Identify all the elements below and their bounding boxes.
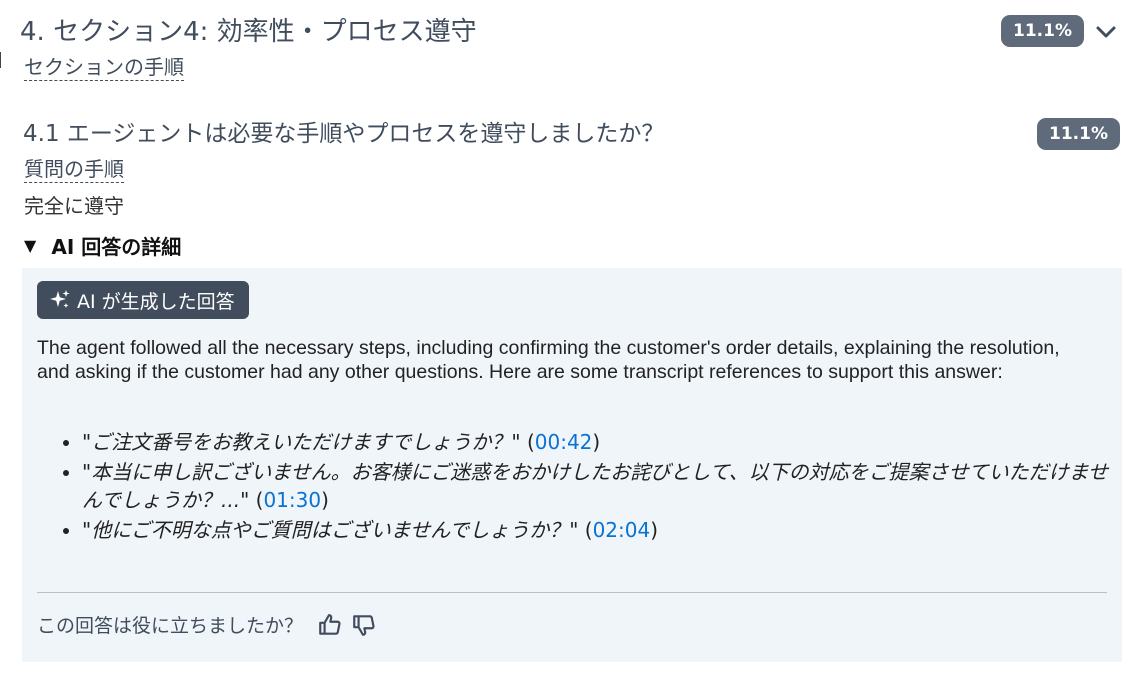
feedback-row: この回答は役に立ちましたか？ xyxy=(37,611,385,638)
reference-quote: 本当に申し訳ございません。お客様にご迷惑をおかけしたお詫びとして、以下の対応をご… xyxy=(82,460,1109,512)
ai-explanation: The agent followed all the necessary ste… xyxy=(37,337,1060,383)
question-score-badge: 11.1% xyxy=(1037,118,1120,150)
ai-details-panel: AI が生成した回答 The agent followed all the ne… xyxy=(22,268,1122,662)
caret-down-icon: ▼ xyxy=(24,236,37,255)
thumbs-down-icon[interactable] xyxy=(351,612,377,638)
section-score-badge: 11.1% xyxy=(1001,15,1084,47)
feedback-question: この回答は役に立ちましたか？ xyxy=(37,615,304,637)
timestamp-link[interactable]: 00:42 xyxy=(535,430,593,454)
list-item: "本当に申し訳ございません。お客様にご迷惑をおかけしたお詫びとして、以下の対応を… xyxy=(82,458,1122,514)
timestamp-link[interactable]: 01:30 xyxy=(263,488,321,512)
thumbs-up-icon[interactable] xyxy=(317,612,343,638)
reference-quote: 他にご不明な点やご質問はございませんでしょうか？ xyxy=(91,518,570,542)
section-title: 4. セクション4: 効率性・プロセス遵守 xyxy=(20,17,477,47)
list-item: "他にご不明な点やご質問はございませんでしょうか？" (02:04) xyxy=(82,516,1122,544)
ai-generated-chip-label: AI が生成した回答 xyxy=(77,290,235,313)
divider xyxy=(37,592,1107,593)
ai-generated-chip: AI が生成した回答 xyxy=(37,281,249,319)
transcript-references: "ご注文番号をお教えいただけますでしょうか？" (00:42) "本当に申し訳ご… xyxy=(62,428,1122,546)
ai-details-toggle-label: AI 回答の詳細 xyxy=(51,235,182,259)
timestamp-link[interactable]: 02:04 xyxy=(593,518,651,542)
ai-details-toggle[interactable]: ▼ AI 回答の詳細 xyxy=(24,231,181,259)
section-header: 4. セクション4: 効率性・プロセス遵守 11.1% xyxy=(20,14,1120,54)
section-procedure-link[interactable]: セクションの手順 xyxy=(24,54,184,81)
reference-quote: ご注文番号をお教えいただけますでしょうか？ xyxy=(91,430,512,454)
sparkle-icon xyxy=(50,290,70,308)
answer-value: 完全に遵守 xyxy=(24,194,124,218)
question-procedure-link[interactable]: 質問の手順 xyxy=(24,156,124,183)
question-title: 4.1 エージェントは必要な手順やプロセスを遵守しましたか？ xyxy=(23,121,665,147)
list-item: "ご注文番号をお教えいただけますでしょうか？" (00:42) xyxy=(82,428,1122,456)
text-cursor xyxy=(0,52,1,68)
chevron-down-icon[interactable] xyxy=(1094,20,1118,44)
